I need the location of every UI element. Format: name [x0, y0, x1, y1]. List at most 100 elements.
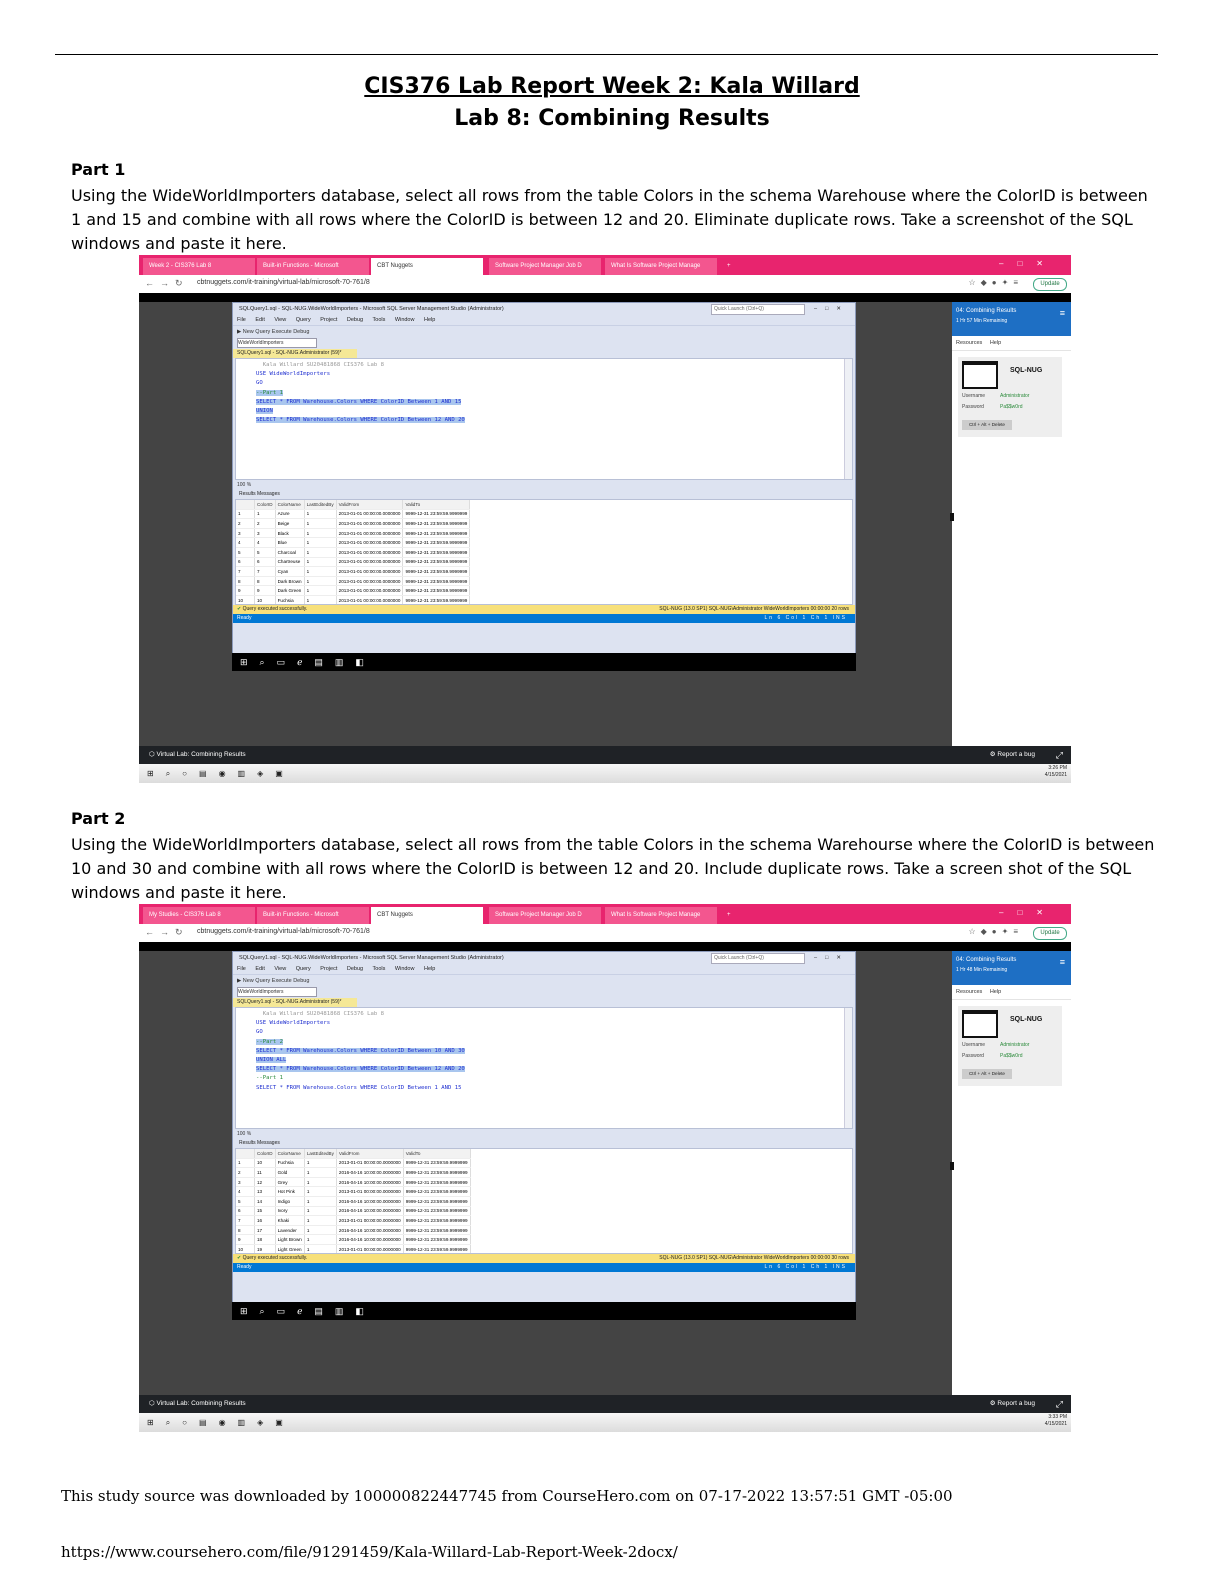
query-doc-tab[interactable]: SQLQuery1.sql - SQL-NUG.Administrator (5…: [233, 998, 357, 1007]
table-row[interactable]: 6 6 Chartreuse 1 2013-01-01 00:00:00.0000000…: [236, 557, 471, 568]
table-row[interactable]: 10 10 Fuchsia 1 2013-01-01 00:00:00.0000000 9…: [236, 595, 471, 604]
table-row[interactable]: 1 1 Azure 1 2013-01-01 00:00:00.0000000 9999-…: [236, 509, 471, 520]
browser-tab[interactable]: What Is Software Project Manage: [605, 258, 717, 275]
table-row[interactable]: 4 13 Hot Pink 1 2013-01-01 00:00:00.0000000 9…: [236, 1186, 471, 1197]
ssms-toolbar[interactable]: ▶ New Query Execute Debug: [233, 974, 855, 987]
quick-launch-input[interactable]: Quick Launch (Ctrl+Q): [711, 304, 805, 315]
report-bug-button[interactable]: ⚙ Report a bug: [990, 1395, 1035, 1413]
browser-tab[interactable]: Software Project Manager Job D: [489, 907, 601, 924]
table-row[interactable]: 9 18 Light Brown 1 2016-04-16 10:00:00.00000…: [236, 1234, 471, 1245]
password-value[interactable]: Pa$$w0rd: [1000, 1053, 1023, 1059]
table-row[interactable]: 2 2 Beige 1 2013-01-01 00:00:00.0000000 9999-…: [236, 518, 471, 529]
browser-tab[interactable]: Built-in Functions - Microsoft: [257, 258, 369, 275]
update-button[interactable]: Update: [1033, 927, 1067, 940]
result-tabs[interactable]: Results Messages: [233, 490, 855, 499]
ssms-menu-bar[interactable]: File Edit View Query Project Debug Tools…: [233, 315, 855, 325]
column-header[interactable]: ValidTo: [402, 500, 471, 510]
new-tab-icon[interactable]: +: [721, 907, 735, 924]
nav-buttons-icon[interactable]: ←→↻: [145, 927, 189, 938]
extension-icons[interactable]: ☆◆●✦≡: [968, 927, 1023, 936]
vm-taskbar[interactable]: ⊞⌕▭ℯ▤▥◧: [232, 653, 856, 671]
column-header[interactable]: LastEditedBy: [304, 500, 337, 510]
nav-buttons-icon[interactable]: ←→↻: [145, 278, 189, 289]
report-bug-button[interactable]: ⚙ Report a bug: [990, 746, 1035, 764]
table-row[interactable]: 3 3 Black 1 2013-01-01 00:00:00.0000000 9999-…: [236, 528, 471, 539]
ssms-window-controls-icon[interactable]: –□✕: [814, 952, 849, 964]
database-selector[interactable]: WideWorldImporters: [237, 987, 317, 997]
table-cell: 2016-04-16 10:00:00.0000000: [336, 1234, 404, 1245]
database-selector[interactable]: WideWorldImporters: [237, 338, 317, 348]
query-editor[interactable]: Kala Willard SU20481868 CIS376 Lab 8 USE …: [235, 358, 853, 480]
result-tabs[interactable]: Results Messages: [233, 1139, 855, 1148]
table-row[interactable]: 8 17 Lavender 1 2016-04-16 10:00:00.0000000 9…: [236, 1225, 471, 1236]
table-row[interactable]: 5 5 Charcoal 1 2013-01-01 00:00:00.0000000 99…: [236, 547, 471, 558]
hamburger-icon[interactable]: ≡: [1060, 957, 1065, 967]
zoom-level[interactable]: 100 %: [233, 1129, 855, 1139]
table-row[interactable]: 5 14 Indigo 1 2016-04-16 10:00:00.0000000 999…: [236, 1196, 471, 1207]
editor-scrollbar[interactable]: [844, 1008, 852, 1128]
table-row[interactable]: 4 4 Blue 1 2013-01-01 00:00:00.0000000 9999-1…: [236, 537, 471, 548]
hamburger-icon[interactable]: ≡: [1060, 308, 1065, 318]
table-cell: 2013-01-01 00:00:00.0000000: [336, 576, 404, 587]
username-value[interactable]: Administrator: [1000, 393, 1029, 399]
window-controls-icon[interactable]: –□✕: [999, 259, 1057, 268]
footer-url[interactable]: https://www.coursehero.com/file/91291459…: [61, 1543, 678, 1561]
table-cell: 10: [236, 1244, 255, 1253]
table-row[interactable]: 8 8 Dark Brown 1 2013-01-01 00:00:00.0000000…: [236, 576, 471, 587]
ctrl-alt-delete-button[interactable]: Ctrl + Alt + Delete: [962, 1069, 1012, 1079]
taskbar-icons[interactable]: ⊞⌕○▤◉▥◈▣: [147, 764, 295, 783]
column-header[interactable]: ColorName: [275, 500, 305, 510]
browser-tab[interactable]: Built-in Functions - Microsoft: [257, 907, 369, 924]
password-value[interactable]: Pa$$w0rd: [1000, 404, 1023, 410]
quick-launch-input[interactable]: Quick Launch (Ctrl+Q): [711, 953, 805, 964]
column-header[interactable]: ColorID: [254, 1149, 276, 1159]
browser-tab[interactable]: Software Project Manager Job D: [489, 258, 601, 275]
column-header[interactable]: ValidTo: [403, 1149, 471, 1159]
results-header-row: ColorID ColorName LastEditedBy ValidFrom Val…: [236, 500, 471, 510]
table-row[interactable]: 6 15 Ivory 1 2016-04-16 10:00:00.0000000 9999…: [236, 1206, 471, 1217]
vm-taskbar[interactable]: ⊞⌕▭ℯ▤▥◧: [232, 1302, 856, 1320]
window-controls-icon[interactable]: –□✕: [999, 908, 1057, 917]
browser-tab[interactable]: My Studies - CIS376 Lab 8: [143, 907, 255, 924]
table-row[interactable]: 7 16 Khaki 1 2013-01-01 00:00:00.0000000 9999…: [236, 1215, 471, 1226]
ssms-window-controls-icon[interactable]: –□✕: [814, 303, 849, 315]
extension-icons[interactable]: ☆◆●✦≡: [968, 278, 1023, 287]
browser-tab-active[interactable]: CBT Nuggets: [371, 258, 483, 275]
column-header[interactable]: ValidFrom: [336, 500, 404, 510]
ctrl-alt-delete-button[interactable]: Ctrl + Alt + Delete: [962, 420, 1012, 430]
table-row[interactable]: 3 12 Grey 1 2016-04-16 10:00:00.0000000 9999-…: [236, 1177, 471, 1188]
query-editor[interactable]: Kala Willard SU20481868 CIS376 Lab 8 USE …: [235, 1007, 853, 1129]
query-doc-tab[interactable]: SQLQuery1.sql - SQL-NUG.Administrator (5…: [233, 349, 357, 358]
check-icon: ✔: [237, 606, 242, 612]
fullscreen-icon[interactable]: ⤢: [1056, 746, 1063, 764]
taskbar-icons[interactable]: ⊞⌕○▤◉▥◈▣: [147, 1413, 295, 1432]
table-row[interactable]: 7 7 Cyan 1 2013-01-01 00:00:00.0000000 9999-1…: [236, 566, 471, 577]
editor-scrollbar[interactable]: [844, 359, 852, 479]
table-row[interactable]: 10 19 Light Green 1 2013-01-01 00:00:00.0000…: [236, 1244, 471, 1253]
footer-source: This study source was downloaded by 1000…: [61, 1487, 953, 1505]
side-tabs[interactable]: Resources Help: [952, 336, 1071, 351]
browser-tab[interactable]: What Is Software Project Manage: [605, 907, 717, 924]
table-cell: 8: [236, 1225, 255, 1236]
table-row[interactable]: 9 9 Dark Green 1 2013-01-01 00:00:00.0000000…: [236, 585, 471, 596]
column-header[interactable]: ColorID: [254, 500, 276, 510]
browser-tab[interactable]: Week 2 - CIS376 Lab 8: [143, 258, 255, 275]
url-field[interactable]: cbtnuggets.com/it-training/virtual-lab/m…: [197, 928, 370, 935]
update-button[interactable]: Update: [1033, 278, 1067, 291]
column-header[interactable]: ColorName: [275, 1149, 305, 1159]
side-tabs[interactable]: Resources Help: [952, 985, 1071, 1000]
url-field[interactable]: cbtnuggets.com/it-training/virtual-lab/m…: [197, 279, 370, 286]
new-tab-icon[interactable]: +: [721, 258, 735, 275]
ssms-toolbar[interactable]: ▶ New Query Execute Debug: [233, 325, 855, 338]
panel-resize-handle[interactable]: [950, 513, 954, 521]
column-header[interactable]: ValidFrom: [336, 1149, 404, 1159]
panel-resize-handle[interactable]: [950, 1162, 954, 1170]
browser-tab-active[interactable]: CBT Nuggets: [371, 907, 483, 924]
fullscreen-icon[interactable]: ⤢: [1056, 1395, 1063, 1413]
table-row[interactable]: 1 10 Fuchsia 1 2013-01-01 00:00:00.0000000 99…: [236, 1158, 471, 1169]
username-value[interactable]: Administrator: [1000, 1042, 1029, 1048]
table-row[interactable]: 2 11 Gold 1 2016-04-16 10:00:00.0000000 9999-…: [236, 1167, 471, 1178]
column-header[interactable]: LastEditedBy: [304, 1149, 337, 1159]
ssms-menu-bar[interactable]: File Edit View Query Project Debug Tools…: [233, 964, 855, 974]
zoom-level[interactable]: 100 %: [233, 480, 855, 490]
